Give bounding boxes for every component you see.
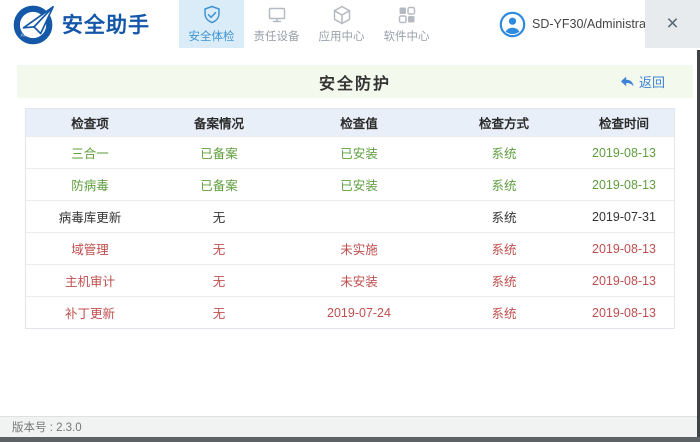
cube-icon xyxy=(331,4,353,26)
check-table: 检查项 备案情况 检查值 检查方式 检查时间 三合一 已备案 已安装 系统 20… xyxy=(25,108,675,329)
table-row: 三合一 已备案 已安装 系统 2019-08-13 xyxy=(26,136,674,168)
back-label: 返回 xyxy=(639,72,665,91)
table-cell: 无 xyxy=(154,297,284,328)
table-cell: 未实施 xyxy=(284,233,434,264)
table-cell: 已备案 xyxy=(154,169,284,200)
tab-responsible-device[interactable]: 责任设备 xyxy=(244,0,309,48)
app-footer: 版本号 : 2.3.0 xyxy=(0,416,697,437)
table-cell: 病毒库更新 xyxy=(26,201,154,232)
table-cell: 2019-07-31 xyxy=(574,201,674,232)
user-avatar-icon xyxy=(499,11,526,38)
table-cell: 系统 xyxy=(434,169,574,200)
table-cell: 系统 xyxy=(434,265,574,296)
table-cell: 2019-08-13 xyxy=(574,233,674,264)
column-header: 检查方式 xyxy=(434,109,574,136)
tab-label: 责任设备 xyxy=(254,28,300,44)
table-cell: 无 xyxy=(154,201,284,232)
page-title: 安全防护 xyxy=(319,70,391,94)
avic-logo-text: AVIC xyxy=(21,32,32,38)
back-arrow-icon xyxy=(620,75,635,89)
version-label: 版本号 : 2.3.0 xyxy=(12,419,82,435)
table-cell: 2019-08-13 xyxy=(574,265,674,296)
table-cell: 无 xyxy=(154,265,284,296)
app-grid-icon xyxy=(396,4,418,26)
tab-security-check[interactable]: 安全体检 xyxy=(179,0,244,48)
app-logo: AVIC 安全助手 xyxy=(13,3,150,45)
table-cell: 主机审计 xyxy=(26,265,154,296)
window-bottom-edge xyxy=(0,437,700,442)
table-cell: 补丁更新 xyxy=(26,297,154,328)
table-cell: 系统 xyxy=(434,137,574,168)
table-header-row: 检查项 备案情况 检查值 检查方式 检查时间 xyxy=(26,109,674,136)
tab-app-center[interactable]: 应用中心 xyxy=(309,0,374,48)
column-header: 检查时间 xyxy=(574,109,674,136)
table-cell: 已安装 xyxy=(284,169,434,200)
table-cell: 2019-08-13 xyxy=(574,137,674,168)
tab-label: 安全体检 xyxy=(189,28,235,44)
app-header: AVIC 安全助手 安全体检 责任设备 xyxy=(0,0,700,48)
table-cell: 2019-08-13 xyxy=(574,297,674,328)
close-icon: × xyxy=(666,12,678,36)
table-cell: 无 xyxy=(154,233,284,264)
tab-label: 软件中心 xyxy=(384,28,430,44)
back-button[interactable]: 返回 xyxy=(620,65,665,98)
table-row: 主机审计 无 未安装 系统 2019-08-13 xyxy=(26,264,674,296)
table-cell: 已备案 xyxy=(154,137,284,168)
table-row: 病毒库更新 无 系统 2019-07-31 xyxy=(26,200,674,232)
table-cell: 2019-07-24 xyxy=(284,297,434,328)
page-title-bar: 安全防护 返回 xyxy=(17,65,693,98)
table-row: 防病毒 已备案 已安装 系统 2019-08-13 xyxy=(26,168,674,200)
monitor-icon xyxy=(266,4,288,26)
table-cell: 未安装 xyxy=(284,265,434,296)
main-nav: 安全体检 责任设备 应用中心 xyxy=(179,0,439,48)
tab-software-center[interactable]: 软件中心 xyxy=(374,0,439,48)
tab-label: 应用中心 xyxy=(319,28,365,44)
table-cell: 系统 xyxy=(434,233,574,264)
table-cell: 系统 xyxy=(434,201,574,232)
table-cell: 三合一 xyxy=(26,137,154,168)
column-header: 备案情况 xyxy=(154,109,284,136)
table-row: 域管理 无 未实施 系统 2019-08-13 xyxy=(26,232,674,264)
table-cell: 已安装 xyxy=(284,137,434,168)
avic-logo-icon: AVIC xyxy=(13,3,55,45)
table-row: 补丁更新 无 2019-07-24 系统 2019-08-13 xyxy=(26,296,674,328)
user-account[interactable]: SD-YF30/Administrator xyxy=(499,0,661,48)
column-header: 检查值 xyxy=(284,109,434,136)
table-cell: 系统 xyxy=(434,297,574,328)
close-button[interactable]: × xyxy=(645,0,700,48)
column-header: 检查项 xyxy=(26,109,154,136)
table-cell: 2019-08-13 xyxy=(574,169,674,200)
table-cell: 防病毒 xyxy=(26,169,154,200)
table-cell: 域管理 xyxy=(26,233,154,264)
shield-check-icon xyxy=(201,4,223,26)
table-cell xyxy=(284,201,434,232)
app-title: 安全助手 xyxy=(62,9,150,39)
user-name: SD-YF30/Administrator xyxy=(532,17,661,31)
